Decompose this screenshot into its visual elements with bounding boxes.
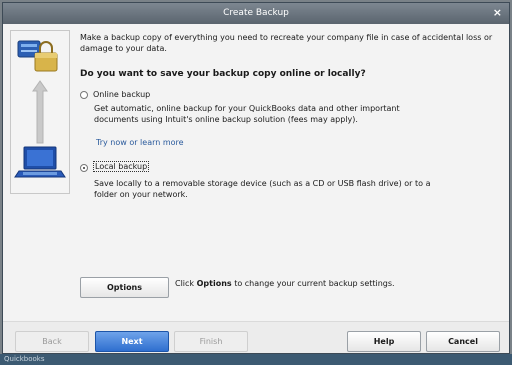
options-hint-prefix: Click [175,279,197,288]
cancel-button[interactable]: Cancel [426,331,500,352]
next-button[interactable]: Next [95,331,169,352]
try-now-link[interactable]: Try now or learn more [96,138,184,147]
intro-text: Make a backup copy of everything you nee… [80,33,493,53]
dialog-title: Create Backup [223,8,289,18]
laptop-icon [14,146,66,178]
local-backup-radio[interactable] [80,164,88,172]
options-hint-suffix: to change your current backup settings. [231,279,395,288]
options-hint-bold: Options [196,279,232,288]
background-window [0,354,512,365]
title-bar: Create Backup × [3,3,509,24]
finish-button[interactable]: Finish [174,331,248,352]
help-button[interactable]: Help [347,331,421,352]
question-heading: Do you want to save your backup copy onl… [80,69,366,79]
local-backup-description: Save locally to a removable storage devi… [94,179,431,199]
options-hint: Click Options to change your current bac… [175,279,395,288]
background-text: Quickbooks [4,355,45,363]
online-backup-description: Get automatic, online backup for your Qu… [94,104,400,124]
options-button[interactable]: Options [80,277,169,298]
back-button[interactable]: Back [15,331,89,352]
online-backup-radio[interactable] [80,91,88,99]
illustration-graphic [14,40,66,178]
local-backup-label-wrap[interactable]: Local backup [93,161,150,172]
backup-illustration [10,30,70,194]
arrow-up-icon [32,80,48,144]
create-backup-dialog: Create Backup × Make a backup copy of ev… [2,2,510,354]
close-icon[interactable]: × [493,6,502,19]
online-backup-label[interactable]: Online backup [93,90,150,99]
local-backup-label[interactable]: Local backup [93,161,150,172]
